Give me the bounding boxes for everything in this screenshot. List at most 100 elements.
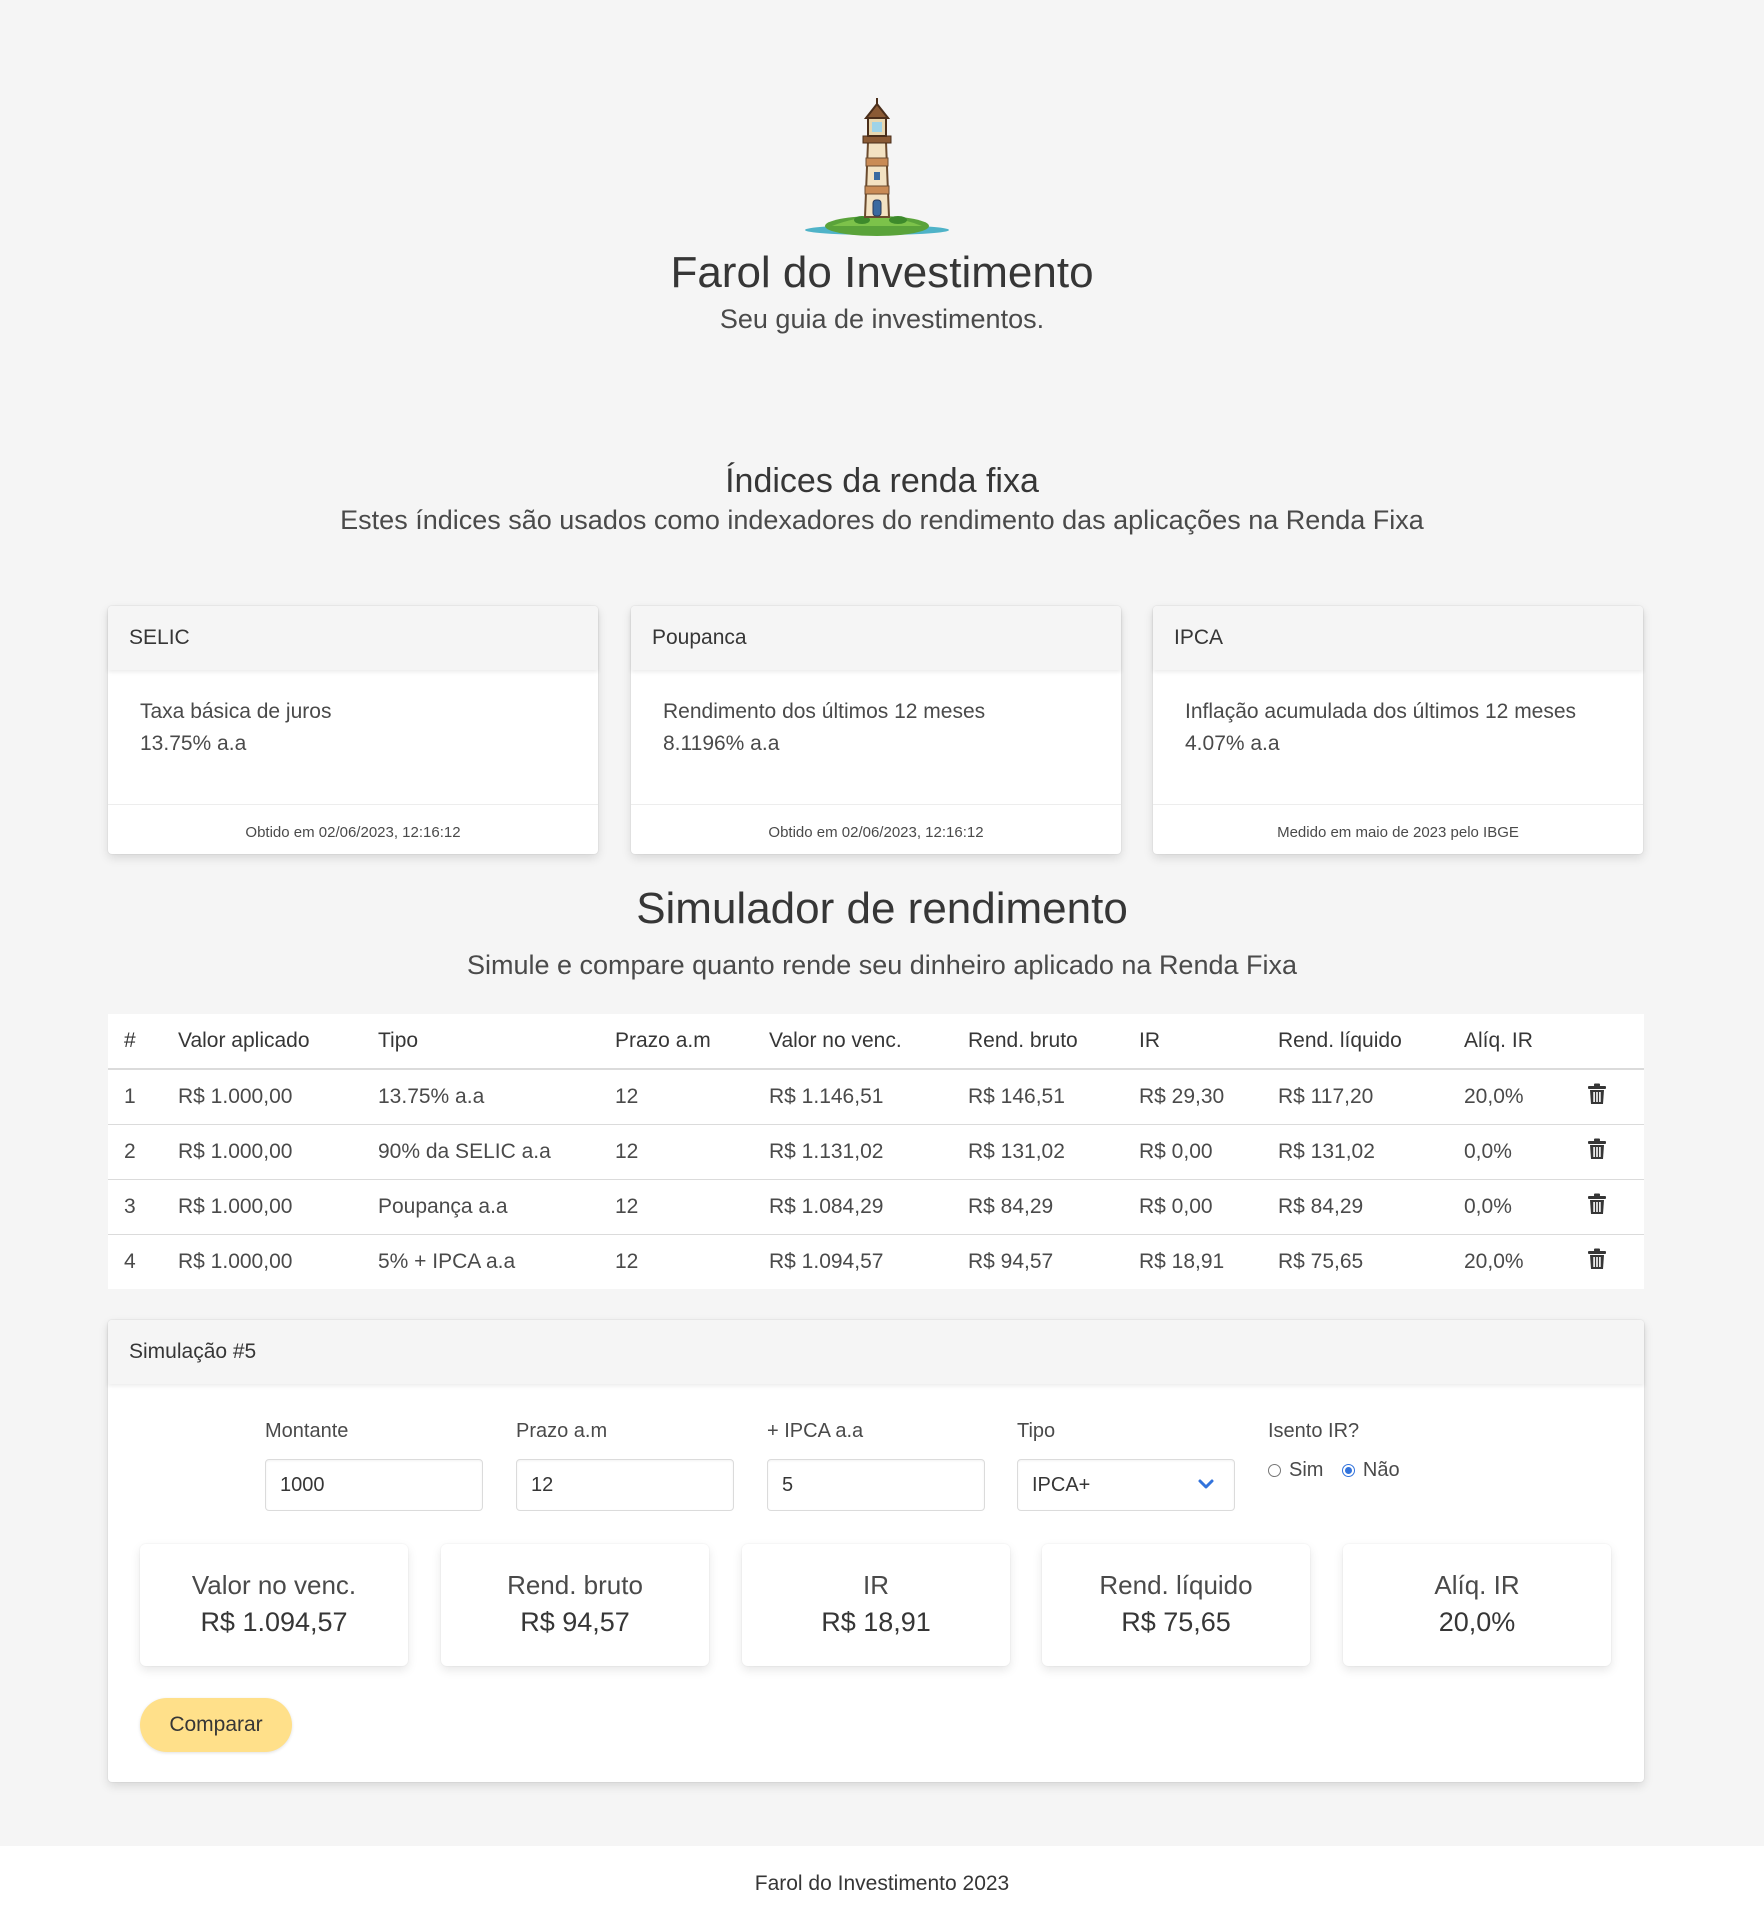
index-card-selic: SELIC Taxa básica de juros 13.75% a.a Ob… xyxy=(108,606,598,854)
compare-button[interactable]: Comparar xyxy=(140,1698,292,1752)
result-value: R$ 75,65 xyxy=(1121,1607,1231,1637)
cell-rend-bruto: R$ 146,51 xyxy=(952,1069,1123,1125)
isento-field: Isento IR? Sim Não xyxy=(1268,1420,1414,1482)
cell-valor-aplicado: R$ 1.000,00 xyxy=(162,1124,362,1180)
lighthouse-icon xyxy=(805,98,949,236)
tipo-select[interactable]: IPCA+ xyxy=(1017,1459,1235,1511)
index-card-poupanca: Poupanca Rendimento dos últimos 12 meses… xyxy=(631,606,1121,854)
prazo-input[interactable] xyxy=(516,1459,734,1511)
montante-input[interactable] xyxy=(265,1459,483,1511)
ipca-input[interactable] xyxy=(767,1459,985,1511)
simulations-table: # Valor aplicado Tipo Prazo a.m Valor no… xyxy=(108,1014,1644,1289)
cell-valor-aplicado: R$ 1.000,00 xyxy=(162,1179,362,1235)
trash-icon[interactable] xyxy=(1587,1248,1607,1270)
column-header: # xyxy=(108,1014,162,1070)
table-row: 3 R$ 1.000,00 Poupança a.a 12 R$ 1.084,2… xyxy=(108,1179,1644,1235)
card-footer: Obtido em 02/06/2023, 12:16:12 xyxy=(631,804,1121,860)
cell-aliq-ir: 0,0% xyxy=(1448,1179,1571,1235)
isento-label: Isento IR? xyxy=(1268,1420,1360,1442)
site-subtitle: Seu guia de investimentos. xyxy=(719,304,1045,334)
prazo-field: Prazo a.m xyxy=(516,1420,734,1511)
montante-label: Montante xyxy=(265,1420,349,1442)
cell-rend-bruto: R$ 94,57 xyxy=(968,1250,1054,1273)
radio-nao[interactable]: Não xyxy=(1341,1459,1400,1482)
cell-tipo: Poupança a.a xyxy=(362,1179,599,1235)
result-label: Alíq. IR xyxy=(1434,1570,1520,1600)
cell-rend-bruto: R$ 131,02 xyxy=(952,1124,1123,1180)
tipo-field: Tipo IPCA+ xyxy=(1017,1420,1235,1511)
radio-nao-label: Não xyxy=(1362,1459,1400,1481)
montante-field: Montante xyxy=(265,1420,483,1511)
simulator-title: Simulador de rendimento xyxy=(636,884,1128,933)
card-description: Inflação acumulada dos últimos 12 meses xyxy=(1185,700,1577,723)
cell-valor-venc: R$ 1.146,51 xyxy=(753,1069,952,1125)
card-description: Rendimento dos últimos 12 meses xyxy=(663,700,986,723)
cell-aliq-ir: 20,0% xyxy=(1448,1069,1571,1125)
cell-valor-venc: R$ 1.094,57 xyxy=(769,1250,884,1273)
cell-valor-venc: R$ 1.084,29 xyxy=(753,1179,952,1235)
trash-icon[interactable] xyxy=(1587,1138,1607,1160)
table-header-row: # Valor aplicado Tipo Prazo a.m Valor no… xyxy=(108,1014,1644,1070)
cell-ir: R$ 18,91 xyxy=(1139,1250,1225,1273)
cell-rend-bruto: R$ 84,29 xyxy=(952,1179,1123,1235)
table-row: 4 R$ 1.000,00 5% + IPCA a.a 12 R$ 1.094,… xyxy=(108,1235,1644,1290)
chevron-down-icon xyxy=(1198,1479,1214,1489)
cell-index: 4 xyxy=(124,1250,136,1273)
ipca-field: + IPCA a.a xyxy=(767,1420,985,1511)
card-footer: Medido em maio de 2023 pelo IBGE xyxy=(1153,804,1643,860)
cell-prazo: 12 xyxy=(599,1124,753,1180)
column-header: Alíq. IR xyxy=(1448,1014,1571,1070)
ipca-label: + IPCA a.a xyxy=(767,1420,864,1442)
indices-subtitle: Estes índices são usados como indexadore… xyxy=(340,505,1424,535)
cell-actions xyxy=(1571,1124,1644,1180)
radio-sim-dot[interactable] xyxy=(1268,1464,1281,1477)
cell-tipo: 13.75% a.a xyxy=(362,1069,599,1125)
column-header: Rend. bruto xyxy=(952,1014,1123,1070)
column-header: Valor aplicado xyxy=(162,1014,362,1070)
cell-valor-aplicado: R$ 1.000,00 xyxy=(178,1250,293,1273)
result-label: IR xyxy=(863,1570,889,1600)
cell-valor-aplicado: R$ 1.000,00 xyxy=(162,1069,362,1125)
result-rend-bruto: Rend. bruto R$ 94,57 xyxy=(441,1544,709,1666)
result-value: R$ 1.094,57 xyxy=(200,1607,348,1637)
result-label: Rend. líquido xyxy=(1099,1570,1253,1600)
simulation-panel: Simulação #5 Montante Prazo a.m + IPCA a… xyxy=(108,1320,1644,1782)
cell-rend-liquido: R$ 131,02 xyxy=(1262,1124,1448,1180)
table-row: 2 R$ 1.000,00 90% da SELIC a.a 12 R$ 1.1… xyxy=(108,1124,1644,1180)
simulation-title: Simulação #5 xyxy=(108,1320,1644,1384)
radio-nao-dot[interactable] xyxy=(1341,1464,1355,1477)
cell-prazo: 12 xyxy=(615,1250,639,1273)
card-value: 8.1196% a.a xyxy=(663,732,780,755)
card-description: Taxa básica de juros xyxy=(140,700,332,723)
result-valor-venc: Valor no venc. R$ 1.094,57 xyxy=(140,1544,408,1666)
cell-aliq-ir: 0,0% xyxy=(1448,1124,1571,1180)
card-title: Poupanca xyxy=(631,606,1121,670)
cell-aliq-ir: 20,0% xyxy=(1464,1250,1524,1273)
card-value: 4.07% a.a xyxy=(1185,732,1280,755)
radio-sim[interactable]: Sim xyxy=(1268,1459,1323,1482)
result-value: 20,0% xyxy=(1438,1607,1516,1637)
cell-actions xyxy=(1571,1069,1644,1125)
trash-icon[interactable] xyxy=(1587,1193,1607,1215)
result-label: Valor no venc. xyxy=(191,1570,357,1600)
cell-tipo: 5% + IPCA a.a xyxy=(378,1250,516,1273)
index-card-ipca: IPCA Inflação acumulada dos últimos 12 m… xyxy=(1153,606,1643,854)
simulator-subtitle: Simule e compare quanto rende seu dinhei… xyxy=(466,950,1298,980)
trash-icon[interactable] xyxy=(1587,1083,1607,1105)
column-header: Rend. líquido xyxy=(1262,1014,1448,1070)
cell-index: 1 xyxy=(108,1069,162,1125)
column-header: Tipo xyxy=(362,1014,599,1070)
cell-index: 2 xyxy=(108,1124,162,1180)
cell-rend-liquido: R$ 84,29 xyxy=(1262,1179,1448,1235)
card-footer: Obtido em 02/06/2023, 12:16:12 xyxy=(108,804,598,860)
result-value: R$ 18,91 xyxy=(821,1607,931,1637)
cell-prazo: 12 xyxy=(599,1179,753,1235)
tipo-selected-value: IPCA+ xyxy=(1032,1474,1091,1496)
result-value: R$ 94,57 xyxy=(520,1607,630,1637)
column-header-actions xyxy=(1571,1014,1644,1070)
tipo-label: Tipo xyxy=(1017,1420,1056,1442)
card-title: IPCA xyxy=(1153,606,1643,670)
indices-title: Índices da renda fixa xyxy=(725,462,1039,500)
cell-prazo: 12 xyxy=(599,1069,753,1125)
footer: Farol do Investimento 2023 xyxy=(0,1846,1764,1922)
